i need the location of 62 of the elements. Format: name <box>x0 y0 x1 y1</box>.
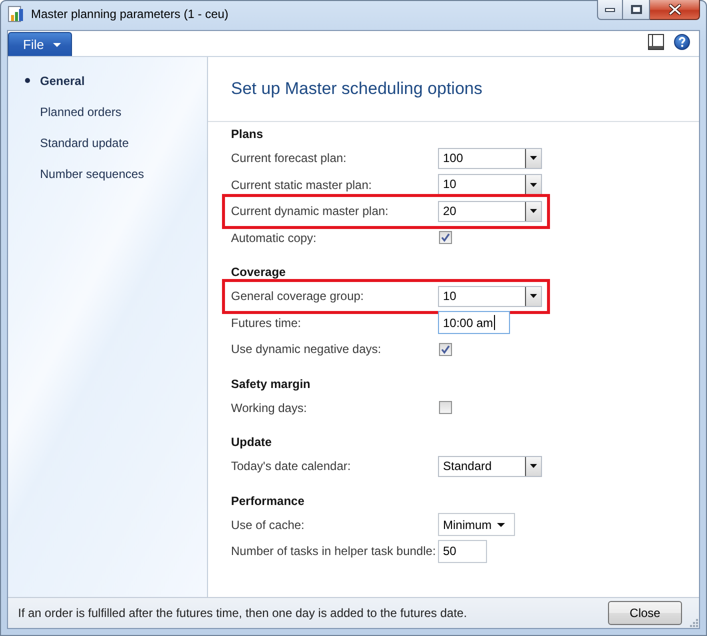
checkmark-icon <box>441 344 450 354</box>
checkmark-icon <box>441 233 450 242</box>
maximize-icon <box>630 5 642 14</box>
dropdown-field[interactable]: Minimum <box>438 513 515 536</box>
chart-document-icon <box>8 6 24 22</box>
combo-box[interactable]: Standard <box>438 456 542 477</box>
field-label: General coverage group: <box>231 289 365 304</box>
caret-icon <box>530 294 537 298</box>
close-button[interactable]: Close <box>608 601 682 625</box>
sidebar-item[interactable]: Standard update <box>8 127 207 158</box>
window-title: Master planning parameters (1 - ceu) <box>31 7 228 21</box>
dropdown-button[interactable] <box>525 456 541 476</box>
page-heading: Set up Master scheduling options <box>231 78 484 100</box>
combo-box[interactable]: 10 <box>438 174 542 196</box>
text-field[interactable]: 50 <box>438 540 487 563</box>
field-label: Futures time: <box>231 316 302 330</box>
field-label: Use of cache: <box>231 518 306 532</box>
dropdown-button[interactable] <box>525 148 541 168</box>
help-icon[interactable] <box>674 34 690 50</box>
dropdown-button[interactable] <box>525 286 541 306</box>
section-heading: Performance <box>231 492 306 510</box>
caret-icon <box>497 522 505 527</box>
field-label: Current dynamic master plan: <box>231 204 390 218</box>
caret-icon <box>52 42 61 46</box>
section-heading: Safety margin <box>231 376 312 392</box>
field-label: Number of tasks in helper task bundle: <box>231 544 437 558</box>
dropdown-button[interactable] <box>525 202 541 221</box>
window-close-button[interactable] <box>650 0 700 20</box>
field-label: Automatic copy: <box>231 230 318 245</box>
file-menu-button[interactable]: File <box>8 32 72 56</box>
resize-grip-icon <box>690 619 698 627</box>
maximize-button[interactable] <box>623 0 650 20</box>
text-cursor-icon <box>494 315 496 330</box>
field-label: Today's date calendar: <box>231 459 352 474</box>
caret-icon <box>530 156 537 160</box>
caret-icon <box>530 464 537 468</box>
status-message: If an order is fulfilled after the futures time, then one day is added to the futures date. <box>18 606 467 620</box>
sidebar-item[interactable]: General <box>8 65 207 96</box>
caret-icon <box>530 182 537 187</box>
minimize-icon <box>605 8 615 12</box>
checkbox[interactable] <box>439 342 452 356</box>
sidebar-item[interactable]: Number sequences <box>8 158 207 189</box>
field-label: Working days: <box>231 400 308 415</box>
combo-box[interactable]: 20 <box>438 200 542 222</box>
text-field[interactable]: 10:00 am <box>438 311 510 334</box>
close-icon <box>668 4 680 15</box>
dropdown-button[interactable] <box>525 175 541 194</box>
sidebar-item[interactable]: Planned orders <box>8 96 207 127</box>
checkbox[interactable] <box>439 231 452 244</box>
section-heading: Plans <box>231 126 264 143</box>
field-label: Use dynamic negative days: <box>231 342 382 356</box>
combo-box[interactable]: 10 <box>438 286 542 307</box>
section-heading: Coverage <box>231 264 287 281</box>
bullet-icon <box>25 78 30 83</box>
checkbox[interactable] <box>439 401 452 414</box>
field-label: Current static master plan: <box>231 178 373 192</box>
field-label: Current forecast plan: <box>231 151 348 166</box>
section-heading: Update <box>231 434 273 451</box>
caret-icon <box>530 209 537 214</box>
combo-box[interactable]: 100 <box>438 148 542 169</box>
minimize-button[interactable] <box>597 0 623 20</box>
panel-layout-icon[interactable] <box>648 34 664 50</box>
